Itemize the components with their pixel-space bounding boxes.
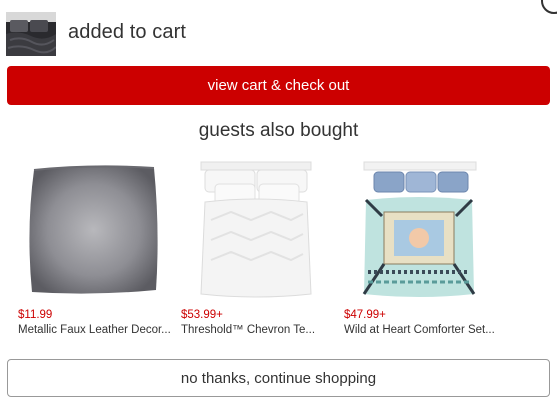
product-price: $47.99+: [344, 309, 386, 321]
product-name[interactable]: Wild at Heart Comforter Set...: [344, 324, 495, 336]
guests-also-bought-title: guests also bought: [198, 120, 359, 141]
added-to-cart-header: added to cart: [6, 8, 551, 58]
continue-shopping-button[interactable]: no thanks, continue shopping: [7, 359, 550, 397]
product-card[interactable]: $11.99 Metallic Faux Leather Decor...: [18, 160, 171, 340]
patterned-comforter-image[interactable]: [344, 160, 494, 300]
view-cart-checkout-button[interactable]: view cart & check out: [7, 66, 550, 105]
product-card[interactable]: $53.99+ Threshold™ Chevron Te...: [181, 160, 331, 340]
product-name[interactable]: Threshold™ Chevron Te...: [181, 324, 315, 336]
product-price: $11.99: [18, 309, 53, 321]
white-bedding-image[interactable]: [181, 160, 331, 300]
cart-item-thumbnail: [6, 12, 56, 56]
product-name[interactable]: Metallic Faux Leather Decor...: [18, 324, 171, 336]
product-card[interactable]: $47.99+ Wild at Heart Comforter Set...: [344, 160, 495, 340]
product-price: $53.99+: [181, 309, 223, 321]
added-to-cart-title: added to cart: [68, 21, 187, 43]
silver-pillow-image[interactable]: [18, 160, 168, 300]
